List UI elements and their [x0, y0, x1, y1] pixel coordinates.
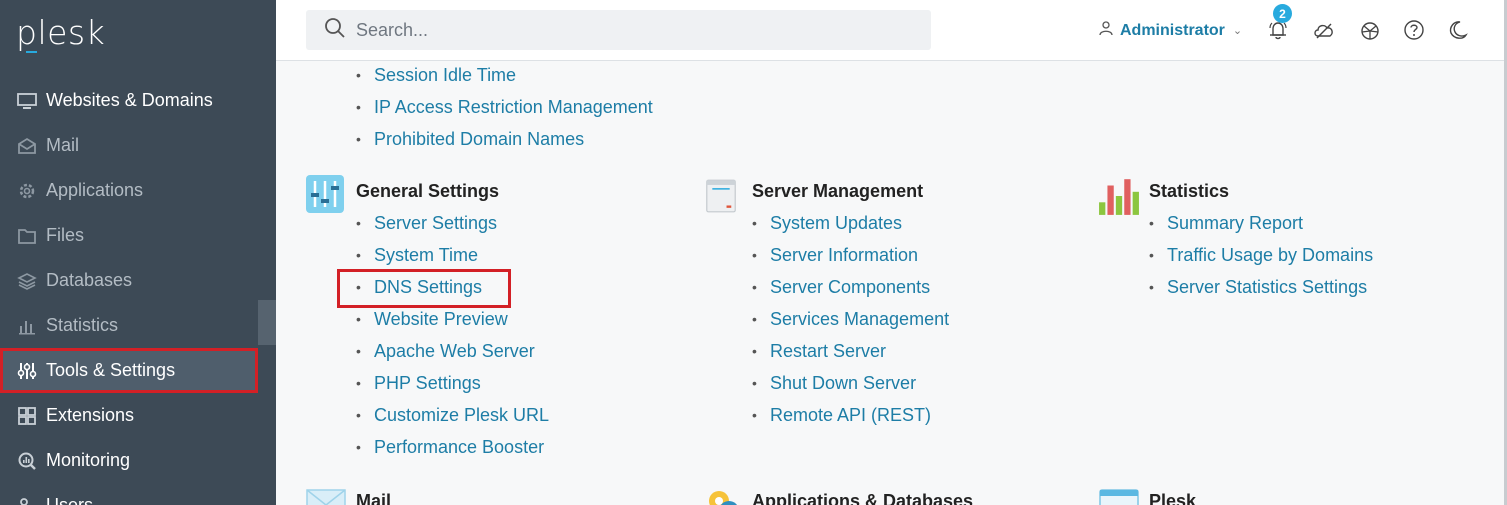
statistics-bars-icon — [1099, 179, 1139, 215]
link-customize-plesk-url[interactable]: Customize Plesk URL — [352, 399, 549, 431]
puzzle-icon — [16, 405, 38, 427]
link-system-updates[interactable]: System Updates — [748, 207, 949, 239]
security-links-list: Session Idle Time IP Access Restriction … — [352, 59, 653, 155]
link-apache-web-server[interactable]: Apache Web Server — [352, 335, 549, 367]
chevron-down-icon: ⌄ — [1232, 25, 1243, 37]
link-traffic-usage-by-domains[interactable]: Traffic Usage by Domains — [1145, 239, 1373, 271]
section-statistics: Statistics Summary Report Traffic Usage … — [1099, 175, 1373, 303]
sidebar-item-label: Websites & Domains — [46, 90, 213, 110]
gear-icon — [16, 180, 38, 202]
sidebar-item-extensions[interactable]: Extensions — [0, 393, 258, 438]
server-icon — [706, 179, 736, 213]
sidebar-item-monitoring[interactable]: Monitoring — [0, 438, 258, 483]
user-menu[interactable]: Administrator ⌄ — [1098, 20, 1242, 41]
link-prohibited-domain-names[interactable]: Prohibited Domain Names — [352, 123, 653, 155]
mail-envelope-icon — [306, 489, 346, 505]
tools-settings-content: Session Idle Time IP Access Restriction … — [276, 59, 1504, 505]
section-title: Applications & Databases — [752, 491, 974, 505]
sidebar-item-label: Monitoring — [46, 450, 131, 470]
section-mail: Mail — [306, 485, 392, 505]
sidebar-item-label: Tools & Settings — [46, 360, 176, 380]
section-applications-databases: Applications & Databases — [709, 485, 974, 505]
section-title: Server Management — [752, 181, 924, 201]
sidebar-item-label: Applications — [46, 180, 144, 200]
help-icon[interactable] — [1402, 18, 1426, 42]
server-management-links: System Updates Server Information Server… — [748, 207, 949, 431]
monitoring-icon — [16, 450, 38, 472]
link-summary-report[interactable]: Summary Report — [1145, 207, 1373, 239]
bar-chart-icon — [16, 315, 38, 337]
mail-icon — [16, 135, 38, 157]
sidebar-item-label: Extensions — [46, 405, 135, 425]
folder-icon — [16, 225, 38, 247]
sidebar-item-label: Databases — [46, 270, 133, 290]
link-services-management[interactable]: Services Management — [748, 303, 949, 335]
dark-mode-moon-icon[interactable] — [1446, 18, 1470, 42]
applications-gear-icon — [709, 491, 737, 505]
plesk-logo[interactable]: plesk — [16, 16, 105, 49]
notification-badge: 2 — [1273, 4, 1292, 23]
link-server-information[interactable]: Server Information — [748, 239, 949, 271]
section-title: Statistics — [1149, 181, 1230, 201]
general-settings-sliders-icon — [306, 175, 344, 213]
sidebar-item-tools-settings[interactable]: Tools & Settings — [0, 348, 258, 393]
link-remote-api[interactable]: Remote API (REST) — [748, 399, 949, 431]
sidebar: plesk Websites & Domains Mail Applicatio… — [0, 0, 276, 505]
link-restart-server[interactable]: Restart Server — [748, 335, 949, 367]
plesk-window-icon — [1099, 489, 1139, 505]
section-plesk: Plesk — [1099, 485, 1197, 505]
search-input[interactable] — [356, 19, 916, 41]
general-settings-links: Server Settings System Time DNS Settings… — [352, 207, 549, 463]
monitor-icon — [16, 90, 38, 112]
dns-settings-highlight-box — [337, 269, 511, 308]
section-title: General Settings — [356, 181, 500, 201]
sidebar-item-mail[interactable]: Mail — [0, 123, 258, 168]
sidebar-item-websites-domains[interactable]: Websites & Domains — [0, 78, 258, 123]
logo-underline — [26, 51, 37, 53]
database-icon — [16, 270, 38, 292]
gift-icon[interactable] — [1358, 18, 1382, 42]
sidebar-item-statistics[interactable]: Statistics — [0, 303, 258, 348]
link-system-time[interactable]: System Time — [352, 239, 549, 271]
sidebar-item-files[interactable]: Files — [0, 213, 258, 258]
sidebar-item-users[interactable]: Users — [0, 483, 258, 505]
user-name: Administrator — [1120, 21, 1225, 39]
sidebar-item-label: Statistics — [46, 315, 119, 335]
cloud-off-icon[interactable] — [1312, 18, 1336, 42]
link-server-settings[interactable]: Server Settings — [352, 207, 549, 239]
search-icon — [324, 17, 346, 44]
section-title: Mail — [356, 491, 392, 505]
user-icon — [1098, 20, 1114, 41]
sidebar-item-label: Users — [46, 495, 94, 505]
statistics-links: Summary Report Traffic Usage by Domains … — [1145, 207, 1373, 303]
section-general-settings: General Settings Server Settings System … — [306, 175, 549, 463]
link-server-components[interactable]: Server Components — [748, 271, 949, 303]
link-shut-down-server[interactable]: Shut Down Server — [748, 367, 949, 399]
link-server-statistics-settings[interactable]: Server Statistics Settings — [1145, 271, 1373, 303]
search-box[interactable] — [306, 10, 931, 50]
top-header: Administrator ⌄ 2 — [276, 0, 1507, 61]
section-server-management: Server Management System Updates Server … — [706, 175, 949, 431]
section-title: Plesk — [1149, 491, 1197, 505]
link-php-settings[interactable]: PHP Settings — [352, 367, 549, 399]
link-session-idle-time[interactable]: Session Idle Time — [352, 59, 653, 91]
sidebar-item-label: Mail — [46, 135, 80, 155]
sliders-icon — [16, 360, 38, 382]
sidebar-item-label: Files — [46, 225, 85, 245]
sidebar-item-applications[interactable]: Applications — [0, 168, 258, 213]
link-performance-booster[interactable]: Performance Booster — [352, 431, 549, 463]
sidebar-item-databases[interactable]: Databases — [0, 258, 258, 303]
sidebar-scrollbar[interactable] — [258, 300, 276, 345]
users-icon — [16, 495, 38, 505]
link-ip-access-restriction[interactable]: IP Access Restriction Management — [352, 91, 653, 123]
